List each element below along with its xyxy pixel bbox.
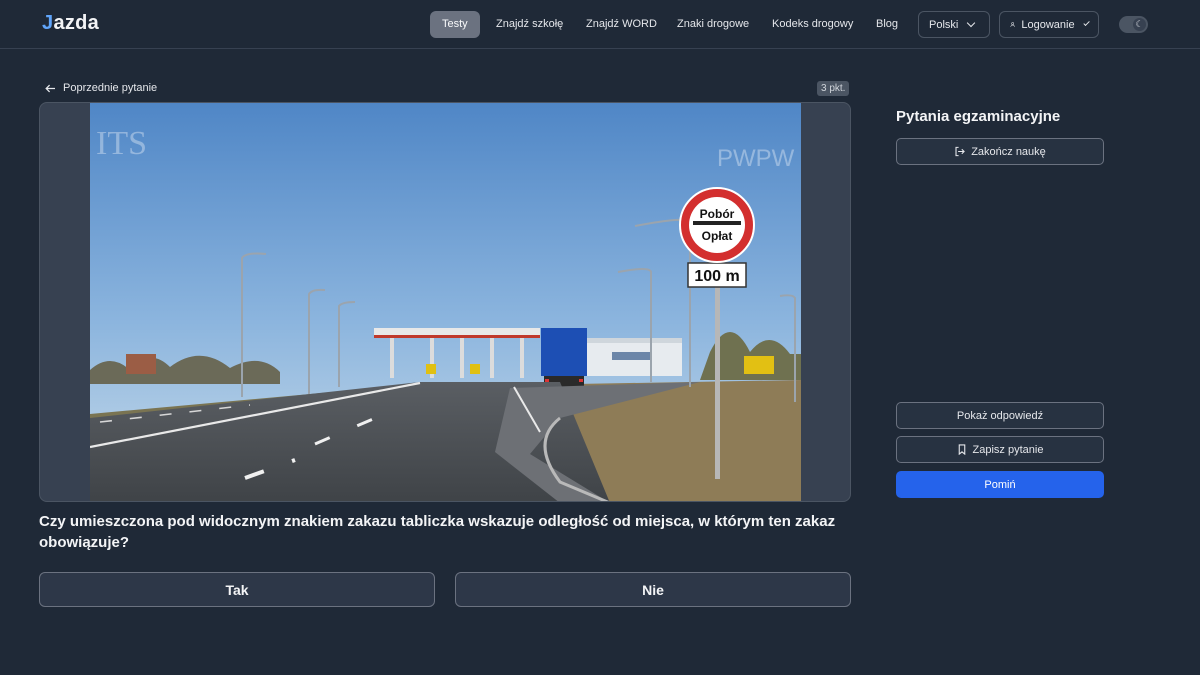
theme-toggle[interactable]: ☾ bbox=[1119, 16, 1148, 33]
login-label: Logowanie bbox=[1021, 18, 1075, 31]
show-answer-button[interactable]: Pokaż odpowiedź bbox=[896, 402, 1104, 429]
distance-plate-text: 100 m bbox=[694, 268, 739, 285]
previous-question-link[interactable]: Poprzednie pytanie bbox=[45, 82, 157, 94]
save-question-label: Zapisz pytanie bbox=[972, 443, 1044, 456]
sidebar-title: Pytania egzaminacyjne bbox=[896, 108, 1061, 125]
sign-text-line2: Opłat bbox=[702, 229, 733, 243]
language-select[interactable]: Polski bbox=[918, 11, 990, 38]
logo-text: azda bbox=[53, 12, 100, 34]
road-scene-image: 100 m Pobór Opłat ITS PWPW bbox=[90, 103, 801, 501]
bookmark-icon bbox=[958, 444, 965, 455]
skip-label: Pomiń bbox=[984, 478, 1016, 491]
question-text: Czy umieszczona pod widocznym znakiem za… bbox=[39, 513, 836, 551]
previous-question-label: Poprzednie pytanie bbox=[63, 82, 158, 94]
moon-icon: ☾ bbox=[1133, 18, 1146, 31]
top-nav: Jazda Testy Znajdź szkołę Znajdź WORD Zn… bbox=[0, 0, 1200, 49]
logo-initial: J bbox=[42, 12, 54, 34]
logout-icon bbox=[955, 146, 966, 157]
login-button[interactable]: Logowanie bbox=[999, 11, 1099, 38]
points-badge: 3 pkt. bbox=[817, 81, 850, 96]
watermark-right: PWPW bbox=[717, 145, 795, 172]
language-label: Polski bbox=[929, 18, 959, 31]
watermark-left: ITS bbox=[96, 125, 147, 162]
nav-find-school[interactable]: Znajdź szkołę bbox=[484, 11, 575, 38]
finish-learning-label: Zakończ naukę bbox=[971, 145, 1046, 158]
answer-no-button[interactable]: Nie bbox=[455, 572, 851, 607]
nav-testy[interactable]: Testy bbox=[430, 11, 480, 38]
skip-button[interactable]: Pomiń bbox=[896, 471, 1104, 498]
finish-learning-button[interactable]: Zakończ naukę bbox=[896, 138, 1104, 165]
nav-traffic-code[interactable]: Kodeks drogowy bbox=[760, 11, 865, 38]
show-answer-label: Pokaż odpowiedź bbox=[956, 409, 1044, 422]
user-icon bbox=[1010, 22, 1015, 27]
nav-road-signs[interactable]: Znaki drogowe bbox=[665, 11, 761, 38]
logo[interactable]: Jazda bbox=[42, 12, 99, 35]
answer-yes-button[interactable]: Tak bbox=[39, 572, 435, 607]
question-media: 100 m Pobór Opłat ITS PWPW bbox=[39, 102, 851, 502]
save-question-button[interactable]: Zapisz pytanie bbox=[896, 436, 1104, 463]
sign-text-line1: Pobór bbox=[700, 207, 735, 221]
nav-find-word[interactable]: Znajdź WORD bbox=[574, 11, 669, 38]
chevron-down-icon bbox=[1082, 19, 1090, 27]
chevron-down-icon bbox=[967, 18, 976, 28]
arrow-left-icon bbox=[45, 84, 55, 92]
nav-blog[interactable]: Blog bbox=[864, 11, 910, 38]
